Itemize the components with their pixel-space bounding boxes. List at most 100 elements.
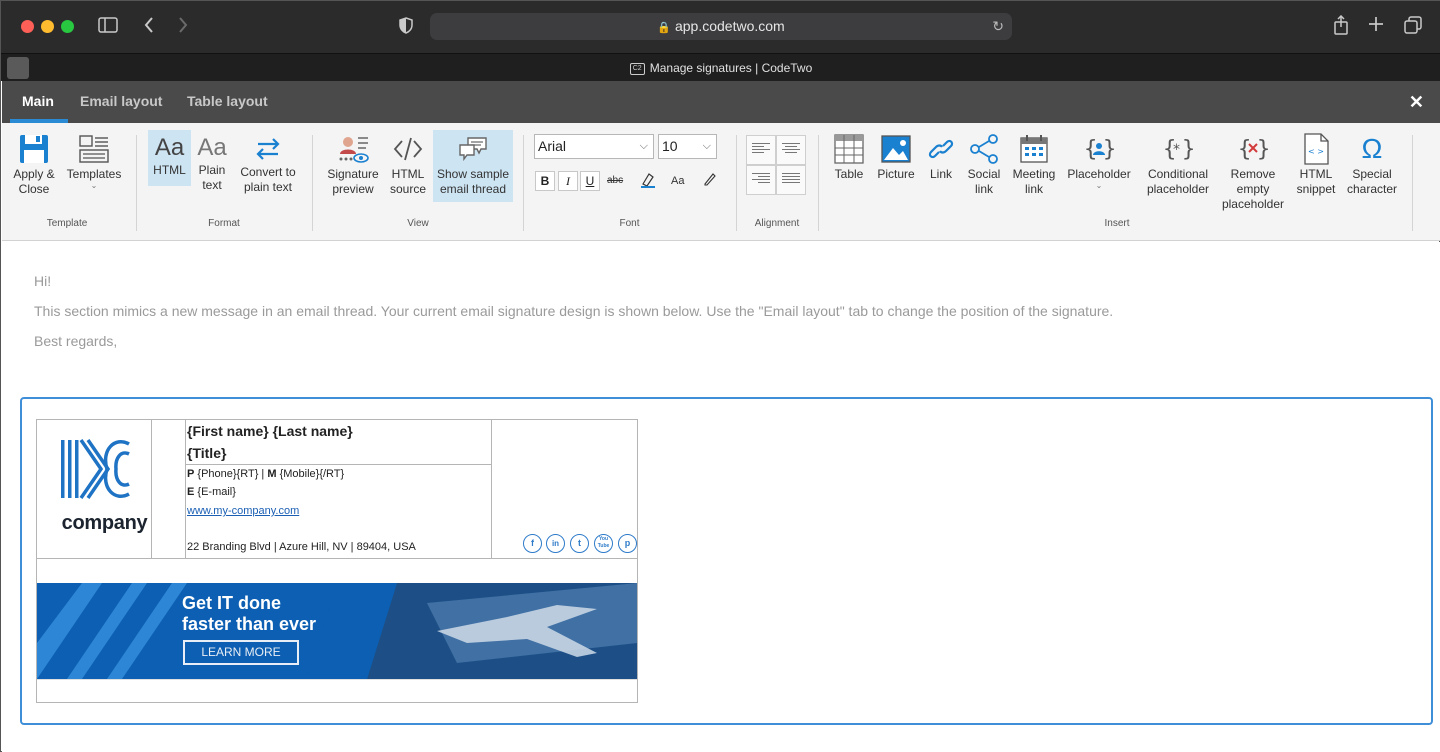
signature-preview-button[interactable]: Signature preview <box>324 133 382 197</box>
align-center-button[interactable] <box>776 135 806 165</box>
tab-table-layout[interactable]: Table layout <box>187 81 268 123</box>
table-label: Table <box>834 167 864 181</box>
banner-background-graphic <box>37 583 637 679</box>
svg-text:{: { <box>1084 137 1097 162</box>
html-source-button[interactable]: HTML source <box>385 133 431 197</box>
insert-social-link-button[interactable]: Social link <box>964 133 1004 197</box>
group-divider <box>312 135 313 231</box>
promo-banner[interactable]: Get IT done faster than ever LEARN MORE <box>37 583 637 679</box>
reload-icon[interactable]: ↻ <box>992 13 1004 40</box>
align-right-button[interactable] <box>746 165 776 195</box>
tab-overview-icon[interactable] <box>1404 16 1422 37</box>
signature-name[interactable]: {First name} {Last name} <box>187 423 353 439</box>
convert-arrows-icon <box>256 138 280 160</box>
banner-headline: Get IT done faster than ever <box>182 593 316 635</box>
social-link-label: Social link <box>967 167 1001 196</box>
facebook-icon[interactable]: f <box>523 534 542 553</box>
link-label: Link <box>929 167 952 181</box>
signature-website-link[interactable]: www.my-company.com <box>187 505 299 517</box>
new-tab-icon[interactable] <box>1368 16 1384 35</box>
browser-tab[interactable]: C2 Manage signatures | CodeTwo <box>1 54 1440 82</box>
html-file-icon: < > <box>1304 133 1329 165</box>
remove-empty-placeholder-button[interactable]: {} Remove empty placeholder <box>1220 133 1286 212</box>
strikethrough-button[interactable]: abc <box>607 171 623 191</box>
signature-email-line[interactable]: E {E-mail} <box>187 486 236 498</box>
group-divider <box>523 135 524 231</box>
cell-divider <box>37 679 637 680</box>
tab-email-layout[interactable]: Email layout <box>80 81 162 123</box>
youtube-icon[interactable]: You Tube <box>594 534 613 553</box>
phone-label: P <box>187 468 195 480</box>
insert-special-character-button[interactable]: Ω Special character <box>1344 133 1400 197</box>
linkedin-icon[interactable]: in <box>546 534 565 553</box>
zoom-window-button[interactable] <box>61 20 74 33</box>
email-label: E <box>187 486 195 498</box>
forward-icon[interactable] <box>177 16 189 37</box>
font-family-select[interactable]: Arial ⌵ <box>534 134 654 159</box>
clear-format-icon[interactable] <box>702 171 718 191</box>
cell-divider <box>185 420 186 558</box>
link-icon <box>928 139 954 159</box>
signature-title[interactable]: {Title} <box>187 445 226 461</box>
twitter-icon[interactable]: t <box>570 534 589 553</box>
insert-meeting-link-button[interactable]: Meeting link <box>1010 133 1058 197</box>
insert-html-snippet-button[interactable]: < > HTML snippet <box>1292 133 1340 197</box>
placeholder-user-icon: {} <box>1084 137 1115 162</box>
sidebar-toggle-icon[interactable] <box>98 17 118 36</box>
convert-to-plain-text-button[interactable]: Convert to plain text <box>235 135 301 195</box>
font-size-select[interactable]: 10 ⌵ <box>658 134 717 159</box>
align-left-button[interactable] <box>746 135 776 165</box>
learn-more-button[interactable]: LEARN MORE <box>183 640 299 665</box>
html-format-button[interactable]: Aa HTML <box>148 130 191 186</box>
underline-button[interactable]: U <box>580 171 600 191</box>
close-editor-icon[interactable]: ✕ <box>1409 92 1424 113</box>
placeholder-label: Placeholder <box>1067 167 1131 181</box>
apply-close-label: Apply & Close <box>13 167 55 196</box>
close-window-button[interactable] <box>21 20 34 33</box>
highlight-color-icon[interactable] <box>639 171 657 191</box>
cell-divider <box>491 420 492 558</box>
conditional-placeholder-label: Conditional placeholder <box>1146 167 1210 196</box>
font-size-value: 10 <box>662 138 678 154</box>
change-case-button[interactable]: Aa <box>671 171 684 191</box>
share-icon[interactable] <box>1333 14 1349 38</box>
minimize-window-button[interactable] <box>41 20 54 33</box>
share-nodes-icon <box>970 134 998 164</box>
show-sample-email-thread-button[interactable]: Show sample email thread <box>433 130 513 202</box>
privacy-shield-icon[interactable] <box>399 17 413 37</box>
address-bar[interactable]: 🔒 app.codetwo.com ↻ <box>430 13 1012 40</box>
svg-text:}: } <box>1103 137 1115 162</box>
browser-tab-strip: C2 Manage signatures | CodeTwo <box>1 53 1440 81</box>
svg-text:}: } <box>1257 137 1269 162</box>
group-label-format: Format <box>208 218 240 229</box>
signature-phone-line[interactable]: P {Phone}{RT} | M {Mobile}{/RT} <box>187 468 344 480</box>
font-aa-icon: Aa <box>154 134 185 161</box>
plain-text-button[interactable]: Aa Plain text <box>192 135 232 193</box>
signature-table[interactable]: company {First name} {Last name} {Title}… <box>36 419 638 703</box>
url-text: app.codetwo.com <box>674 18 785 34</box>
bold-button[interactable]: B <box>535 171 555 191</box>
insert-link-button[interactable]: Link <box>924 133 958 182</box>
insert-table-button[interactable]: Table <box>831 133 867 182</box>
back-icon[interactable] <box>143 16 155 37</box>
sample-body: This section mimics a new message in an … <box>34 303 1114 319</box>
svg-text:}: } <box>1182 137 1194 162</box>
signature-address[interactable]: 22 Branding Blvd | Azure Hill, NV | 8940… <box>187 541 416 553</box>
sample-closing: Best regards, <box>34 333 118 349</box>
apply-close-button[interactable]: Apply & Close <box>9 133 59 197</box>
banner-headline-line-2: faster than ever <box>182 614 317 634</box>
omega-icon: Ω <box>1361 133 1383 164</box>
italic-button[interactable]: I <box>558 171 578 191</box>
pinterest-icon[interactable]: p <box>618 534 637 553</box>
insert-placeholder-button[interactable]: {} Placeholder ⌄ <box>1064 133 1134 190</box>
meeting-link-label: Meeting link <box>1012 167 1056 196</box>
templates-button[interactable]: Templates ⌄ <box>64 133 124 190</box>
html-label: HTML <box>153 163 186 177</box>
tab-main[interactable]: Main <box>22 81 54 123</box>
insert-picture-button[interactable]: Picture <box>874 133 918 182</box>
insert-conditional-placeholder-button[interactable]: {} * Conditional placeholder <box>1140 133 1216 197</box>
signature-editor-frame[interactable]: company {First name} {Last name} {Title}… <box>20 397 1433 725</box>
group-label-insert: Insert <box>1104 218 1130 229</box>
code-brackets-icon <box>393 137 423 161</box>
justify-button[interactable] <box>776 165 806 195</box>
